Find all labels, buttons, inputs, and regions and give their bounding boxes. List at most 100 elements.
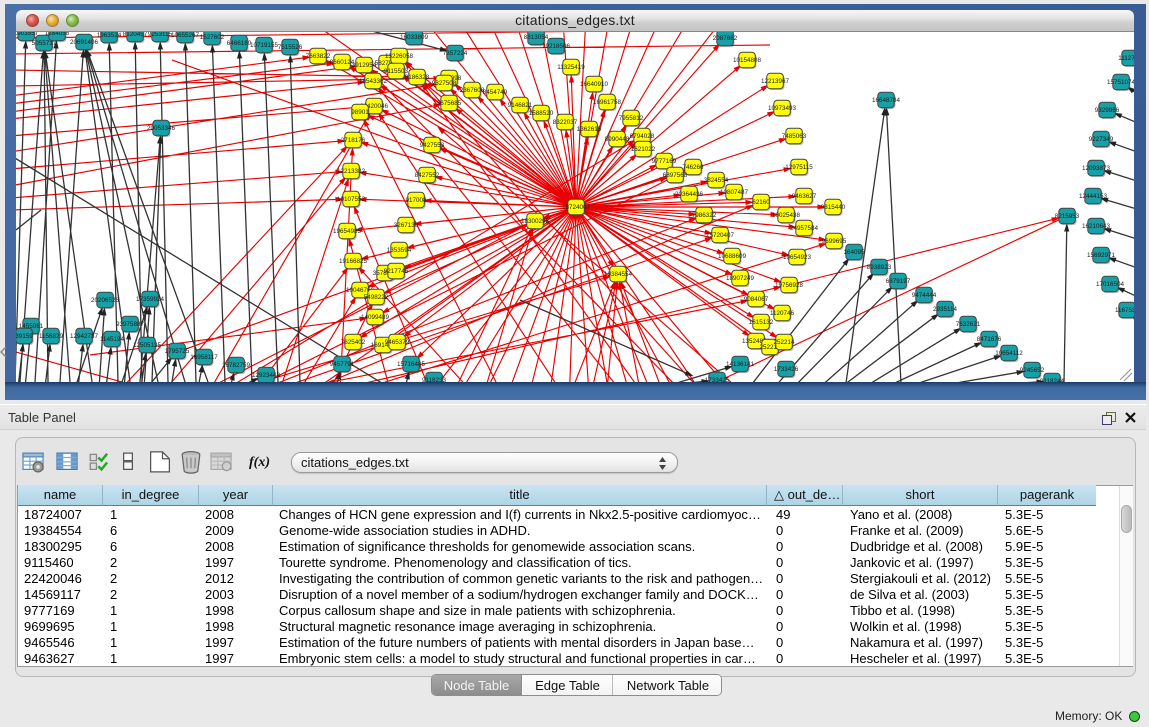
- svg-text:20053346: 20053346: [147, 125, 176, 132]
- svg-text:2367608: 2367608: [460, 87, 485, 94]
- svg-text:20691406: 20691406: [70, 39, 99, 46]
- svg-text:10654112: 10654112: [995, 350, 1023, 357]
- svg-text:10688609: 10688609: [718, 253, 747, 260]
- svg-text:5498222: 5498222: [364, 294, 389, 301]
- svg-text:9427553: 9427553: [420, 142, 445, 149]
- svg-text:9329966: 9329966: [1095, 107, 1120, 114]
- svg-text:1615132: 1615132: [749, 319, 774, 326]
- svg-text:18300295: 18300295: [521, 218, 550, 225]
- svg-text:12093873: 12093873: [1082, 165, 1111, 172]
- svg-text:16958117: 16958117: [190, 354, 218, 361]
- svg-text:7955812: 7955812: [619, 115, 644, 122]
- svg-text:9777169: 9777169: [652, 158, 677, 165]
- svg-text:17016504: 17016504: [1096, 281, 1125, 288]
- svg-text:746266: 746266: [682, 164, 704, 171]
- svg-text:1145194: 1145194: [100, 336, 125, 343]
- svg-text:16543362: 16543362: [359, 78, 388, 85]
- svg-text:14099489: 14099489: [361, 314, 390, 321]
- svg-text:1963524: 1963524: [97, 32, 122, 39]
- svg-text:16640910: 16640910: [580, 81, 609, 88]
- svg-text:16033809: 16033809: [400, 34, 429, 41]
- svg-text:8938923: 8938923: [867, 264, 892, 271]
- svg-text:9815440: 9815440: [821, 204, 846, 211]
- svg-text:9084067: 9084067: [744, 296, 769, 303]
- svg-text:1733426: 1733426: [774, 366, 799, 373]
- svg-text:9327508: 9327508: [432, 80, 457, 87]
- svg-text:10025438: 10025438: [772, 212, 801, 219]
- svg-text:10655267: 10655267: [171, 32, 200, 39]
- svg-text:16648784: 16648784: [872, 97, 901, 104]
- svg-text:15751074: 15751074: [1107, 79, 1134, 86]
- svg-text:1527602: 1527602: [200, 34, 225, 41]
- svg-text:24957584: 24957584: [790, 225, 819, 232]
- svg-text:17359924: 17359924: [136, 296, 165, 303]
- svg-text:252214: 252214: [773, 339, 795, 346]
- svg-text:1353594: 1353594: [387, 247, 412, 254]
- svg-text:8813054: 8813054: [524, 34, 549, 41]
- svg-text:164095: 164095: [843, 249, 865, 256]
- svg-text:2718176: 2718176: [341, 137, 366, 144]
- svg-text:10807487: 10807487: [720, 189, 749, 196]
- svg-text:1112753: 1112753: [1118, 55, 1134, 62]
- svg-text:1795725: 1795725: [165, 348, 190, 355]
- svg-text:1362615: 1362615: [577, 126, 602, 133]
- svg-text:3824554: 3824554: [704, 177, 729, 184]
- svg-text:6794028: 6794028: [630, 133, 655, 140]
- svg-text:16961758: 16961758: [593, 99, 622, 106]
- svg-text:7485063: 7485063: [782, 133, 807, 140]
- svg-text:3267130: 3267130: [394, 222, 419, 229]
- svg-text:9463627: 9463627: [792, 193, 817, 200]
- svg-text:9217746: 9217746: [384, 268, 409, 275]
- svg-text:8471676: 8471676: [977, 336, 1002, 343]
- svg-text:8322037: 8322037: [553, 119, 578, 126]
- svg-text:7986322: 7986322: [692, 212, 717, 219]
- svg-text:7515526: 7515526: [278, 44, 303, 51]
- svg-text:12213382: 12213382: [337, 168, 366, 175]
- svg-text:18907249: 18907249: [726, 275, 755, 282]
- svg-text:19218506: 19218506: [542, 43, 571, 50]
- svg-text:1903557: 1903557: [16, 32, 39, 37]
- svg-text:9474444: 9474444: [912, 292, 937, 299]
- svg-text:8215953: 8215953: [1055, 213, 1080, 220]
- svg-text:12213967: 12213967: [761, 78, 790, 85]
- svg-text:7632621: 7632621: [956, 321, 981, 328]
- svg-text:8427552: 8427552: [415, 172, 440, 179]
- svg-text:3675685: 3675685: [437, 100, 462, 107]
- svg-text:15692971: 15692971: [1087, 252, 1116, 259]
- svg-text:2087682: 2087682: [713, 35, 738, 42]
- svg-text:19384554: 19384554: [604, 271, 633, 278]
- svg-text:15720407: 15720407: [706, 232, 735, 239]
- svg-text:9146821: 9146821: [508, 102, 533, 109]
- svg-text:9227349: 9227349: [1089, 136, 1114, 143]
- svg-text:1588520: 1588520: [529, 110, 554, 117]
- svg-text:9457791: 9457791: [330, 361, 355, 368]
- svg-text:1156829: 1156829: [39, 333, 64, 340]
- svg-text:12975115: 12975115: [785, 164, 813, 171]
- svg-text:12923448: 12923448: [252, 372, 281, 379]
- svg-text:12505135: 12505135: [133, 342, 162, 349]
- svg-text:12942737: 12942737: [70, 333, 99, 340]
- svg-text:7663822: 7663822: [306, 53, 331, 60]
- svg-text:1167534: 1167534: [1115, 307, 1134, 314]
- svg-text:8120457: 8120457: [123, 32, 148, 38]
- svg-text:98901: 98901: [351, 109, 369, 116]
- svg-text:10973493: 10973493: [768, 105, 797, 112]
- svg-text:10719155: 10719155: [250, 42, 279, 49]
- svg-text:9253115: 9253115: [148, 32, 173, 38]
- svg-text:917008: 917008: [405, 197, 427, 204]
- svg-text:19654985: 19654985: [333, 228, 362, 235]
- svg-text:9699695: 9699695: [822, 238, 847, 245]
- svg-text:9245652: 9245652: [1020, 367, 1045, 374]
- svg-text:10107552: 10107552: [337, 196, 366, 203]
- svg-text:7625402: 7625402: [341, 339, 366, 346]
- svg-text:3912954: 3912954: [352, 62, 377, 69]
- svg-text:18724007: 18724007: [562, 204, 591, 211]
- svg-text:16782759: 16782759: [222, 362, 251, 369]
- svg-text:6897568: 6897568: [663, 172, 688, 179]
- svg-text:93975887: 93975887: [116, 321, 145, 328]
- svg-text:f(x): f(x): [249, 455, 270, 470]
- svg-text:6466160: 6466160: [227, 40, 252, 47]
- svg-text:13226058: 13226058: [385, 53, 414, 60]
- svg-text:62160: 62160: [752, 199, 770, 206]
- svg-text:14136141: 14136141: [726, 361, 755, 368]
